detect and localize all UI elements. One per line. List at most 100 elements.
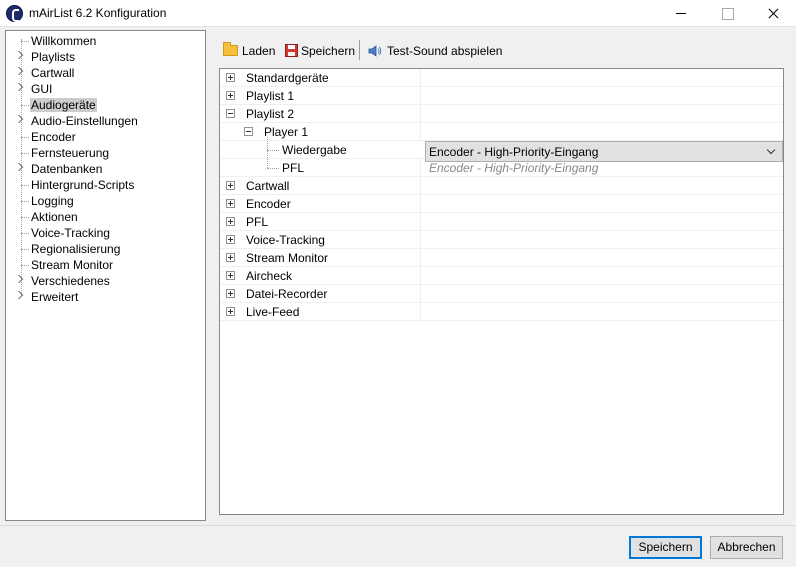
settings-nav-tree[interactable]: Willkommen Playlists Cartwall GUI Audiog… — [5, 30, 206, 521]
nav-item-fernsteuerung[interactable]: Fernsteuerung — [6, 145, 205, 161]
nav-item-audiogeraete[interactable]: Audiogeräte — [6, 97, 205, 113]
window-title: mAirList 6.2 Konfiguration — [29, 6, 167, 20]
audio-device-grid[interactable]: Standardgeräte Playlist 1 Playlist 2 Pla… — [219, 68, 784, 515]
row-label: Encoder — [246, 197, 291, 211]
chevron-right-icon[interactable] — [14, 114, 24, 124]
expand-plus-icon[interactable] — [226, 235, 235, 244]
row-label: Wiedergabe — [282, 143, 347, 157]
chevron-down-icon — [766, 145, 776, 155]
tree-row-standardgeraete[interactable]: Standardgeräte — [220, 69, 783, 87]
tree-row-voice-tracking[interactable]: Voice-Tracking — [220, 231, 783, 249]
nav-item-label: Erweitert — [31, 290, 79, 304]
nav-item-label: Willkommen — [31, 34, 97, 48]
chevron-right-icon[interactable] — [14, 66, 24, 76]
chevron-right-icon[interactable] — [14, 82, 24, 92]
minimize-button[interactable] — [658, 0, 704, 27]
nav-item-label: Fernsteuerung — [31, 146, 110, 160]
nav-item-label: Encoder — [31, 130, 76, 144]
row-label: PFL — [282, 161, 305, 175]
nav-item-gui[interactable]: GUI — [6, 81, 205, 97]
nav-item-label: Audio-Einstellungen — [31, 114, 138, 128]
save-toolbar-label: Speichern — [301, 44, 356, 58]
nav-item-label: Verschiedenes — [31, 274, 110, 288]
row-label: Playlist 1 — [246, 89, 295, 103]
row-label: Player 1 — [264, 125, 309, 139]
save-button[interactable]: Speichern — [629, 536, 702, 559]
nav-item-stream-monitor[interactable]: Stream Monitor — [6, 257, 205, 273]
row-label: Datei-Recorder — [246, 287, 328, 301]
row-label: PFL — [246, 215, 269, 229]
row-label: Playlist 2 — [246, 107, 295, 121]
expand-plus-icon[interactable] — [226, 181, 235, 190]
tree-row-datei-recorder[interactable]: Datei-Recorder — [220, 285, 783, 303]
toolbar-separator — [359, 40, 360, 60]
expand-plus-icon[interactable] — [226, 217, 235, 226]
nav-item-label: Playlists — [31, 50, 76, 64]
nav-item-label: Logging — [31, 194, 74, 208]
app-logo-icon — [6, 5, 23, 22]
nav-item-audio-einstellungen[interactable]: Audio-Einstellungen — [6, 113, 205, 129]
nav-item-aktionen[interactable]: Aktionen — [6, 209, 205, 225]
tree-row-playlist-2[interactable]: Playlist 2 — [220, 105, 783, 123]
cancel-button[interactable]: Abbrechen — [710, 536, 783, 559]
folder-icon — [223, 42, 238, 56]
collapse-minus-icon[interactable] — [226, 109, 235, 118]
nav-item-playlists[interactable]: Playlists — [6, 49, 205, 65]
row-label: Aircheck — [246, 269, 293, 283]
expand-plus-icon[interactable] — [226, 253, 235, 262]
save-toolbar-button[interactable]: Speichern — [282, 41, 356, 59]
test-sound-button[interactable]: Test-Sound abspielen — [366, 41, 506, 59]
expand-plus-icon[interactable] — [226, 91, 235, 100]
tree-row-cartwall[interactable]: Cartwall — [220, 177, 783, 195]
collapse-minus-icon[interactable] — [244, 127, 253, 136]
speaker-icon — [368, 45, 382, 57]
expand-plus-icon[interactable] — [226, 307, 235, 316]
row-label: Live-Feed — [246, 305, 300, 319]
nav-item-label: Voice-Tracking — [31, 226, 110, 240]
nav-item-voice-tracking[interactable]: Voice-Tracking — [6, 225, 205, 241]
nav-item-encoder[interactable]: Encoder — [6, 129, 205, 145]
row-label: Cartwall — [246, 179, 290, 193]
maximize-button[interactable] — [704, 0, 750, 27]
pfl-device-value[interactable]: Encoder - High-Priority-Eingang — [429, 161, 598, 175]
load-button[interactable]: Laden — [220, 41, 276, 59]
row-label: Stream Monitor — [246, 251, 329, 265]
expand-plus-icon[interactable] — [226, 73, 235, 82]
load-label: Laden — [242, 44, 276, 58]
nav-item-label: GUI — [31, 82, 53, 96]
expand-plus-icon[interactable] — [226, 289, 235, 298]
nav-item-label: Cartwall — [31, 66, 75, 80]
expand-plus-icon[interactable] — [226, 199, 235, 208]
tree-row-encoder[interactable]: Encoder — [220, 195, 783, 213]
nav-item-verschiedenes[interactable]: Verschiedenes — [6, 273, 205, 289]
floppy-disk-icon — [285, 44, 298, 57]
nav-item-regionalisierung[interactable]: Regionalisierung — [6, 241, 205, 257]
nav-item-willkommen[interactable]: Willkommen — [6, 33, 205, 49]
test-sound-label: Test-Sound abspielen — [387, 44, 503, 58]
chevron-right-icon[interactable] — [14, 290, 24, 300]
nav-item-hintergrund-scripts[interactable]: Hintergrund-Scripts — [6, 177, 205, 193]
chevron-right-icon[interactable] — [14, 274, 24, 284]
tree-row-aircheck[interactable]: Aircheck — [220, 267, 783, 285]
chevron-right-icon[interactable] — [14, 50, 24, 60]
nav-item-erweitert[interactable]: Erweitert — [6, 289, 205, 305]
tree-row-pfl[interactable]: PFL — [220, 213, 783, 231]
chevron-right-icon[interactable] — [14, 162, 24, 172]
nav-item-label: Regionalisierung — [31, 242, 121, 256]
tree-row-stream-monitor[interactable]: Stream Monitor — [220, 249, 783, 267]
tree-row-pfl-device[interactable]: PFL Encoder - High-Priority-Eingang — [220, 150, 783, 177]
toolbar: Laden Speichern Test-Sound abspielen — [220, 40, 510, 60]
dropdown-value: Encoder - High-Priority-Eingang — [429, 145, 599, 159]
nav-item-cartwall[interactable]: Cartwall — [6, 65, 205, 81]
close-button[interactable] — [750, 0, 796, 27]
tree-row-live-feed[interactable]: Live-Feed — [220, 303, 783, 321]
tree-row-player-1[interactable]: Player 1 — [220, 123, 783, 141]
expand-plus-icon[interactable] — [226, 271, 235, 280]
nav-item-label: Aktionen — [31, 210, 78, 224]
tree-row-wiedergabe[interactable]: Wiedergabe Encoder - High-Priority-Einga… — [220, 137, 783, 162]
nav-item-label: Audiogeräte — [30, 98, 97, 112]
nav-item-datenbanken[interactable]: Datenbanken — [6, 161, 205, 177]
tree-row-playlist-1[interactable]: Playlist 1 — [220, 87, 783, 105]
nav-item-logging[interactable]: Logging — [6, 193, 205, 209]
row-label: Standardgeräte — [246, 71, 329, 85]
